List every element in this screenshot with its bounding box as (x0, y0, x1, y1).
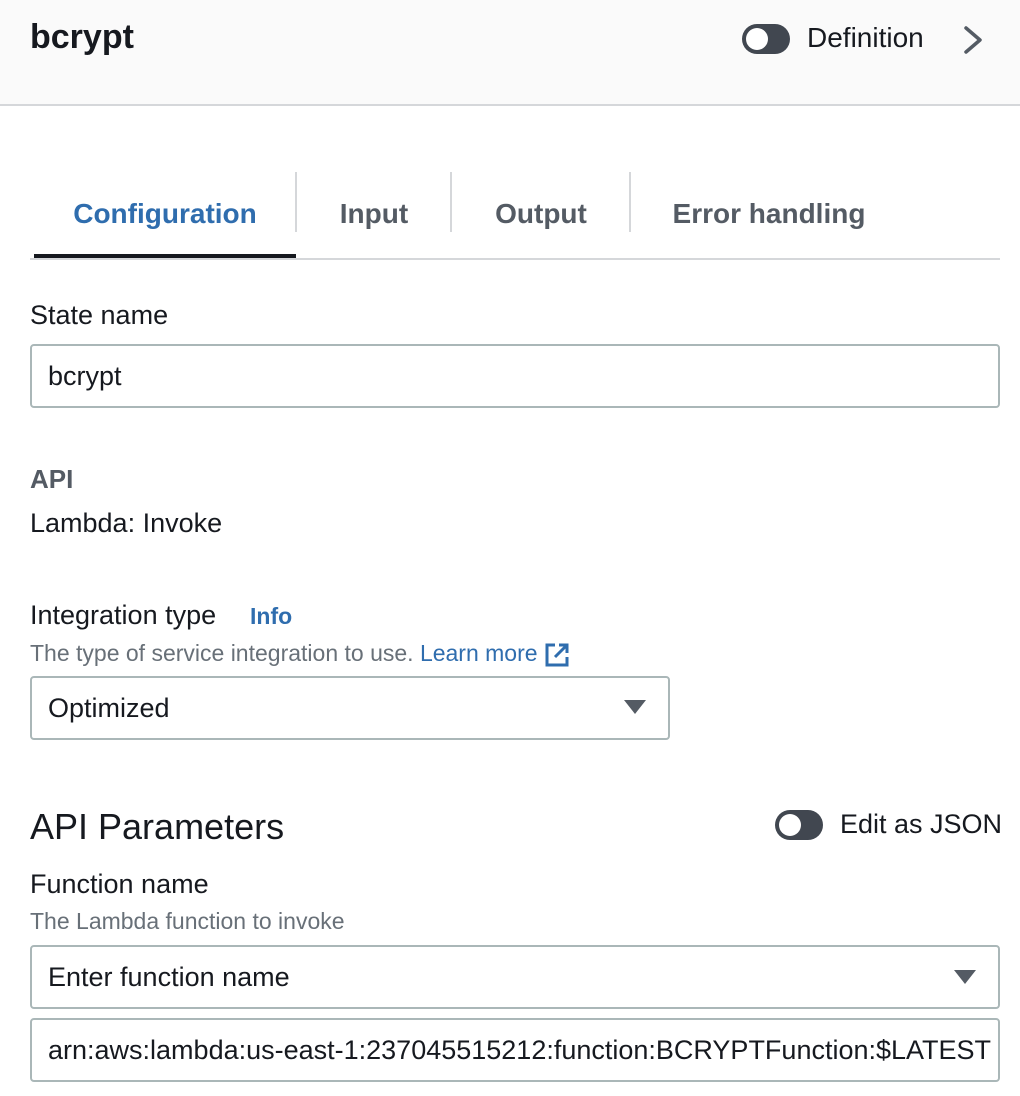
learn-more-link[interactable]: Learn more (419, 640, 570, 667)
function-name-select[interactable]: Enter function name (30, 945, 1000, 1009)
panel-header: bcrypt Definition (0, 0, 1020, 106)
definition-toggle-label: Definition (807, 22, 924, 53)
edit-as-json-toggle[interactable] (775, 810, 823, 840)
tab-output[interactable]: Output (452, 170, 630, 258)
integration-type-select[interactable]: Optimized (30, 676, 670, 740)
chevron-right-icon[interactable] (958, 22, 988, 58)
integration-type-selected-value: Optimized (48, 692, 170, 723)
edit-as-json-label: Edit as JSON (840, 809, 1003, 839)
tab-configuration[interactable]: Configuration (34, 170, 296, 258)
learn-more-label: Learn more (419, 640, 538, 666)
caret-down-icon (954, 970, 976, 984)
active-tab-indicator (34, 254, 296, 258)
integration-type-description-text: The type of service integration to use. (30, 640, 414, 666)
tab-bar: Configuration Input Output Error handlin… (30, 170, 1000, 260)
toggle-knob (746, 28, 768, 50)
toggle-knob (779, 814, 801, 836)
panel-title: bcrypt (30, 18, 134, 56)
function-name-label: Function name (30, 869, 209, 899)
state-name-label: State name (30, 300, 169, 330)
api-parameters-title: API Parameters (30, 806, 285, 847)
integration-type-label: Integration type (30, 600, 217, 630)
caret-down-icon (624, 700, 646, 714)
definition-toggle[interactable] (742, 24, 790, 54)
tab-input[interactable]: Input (297, 170, 451, 258)
integration-type-info-link[interactable]: Info (250, 603, 292, 630)
api-value: Lambda: Invoke (30, 508, 223, 538)
api-label: API (30, 464, 74, 494)
function-arn-input[interactable]: arn:aws:lambda:us-east-1:237045515212:fu… (30, 1018, 1000, 1082)
integration-type-description: The type of service integration to use. … (30, 640, 570, 668)
state-name-input[interactable]: bcrypt (30, 344, 1000, 408)
external-link-icon (545, 643, 569, 667)
function-name-placeholder: Enter function name (48, 961, 290, 992)
function-name-description: The Lambda function to invoke (30, 908, 345, 934)
tab-error-handling[interactable]: Error handling (631, 170, 907, 258)
